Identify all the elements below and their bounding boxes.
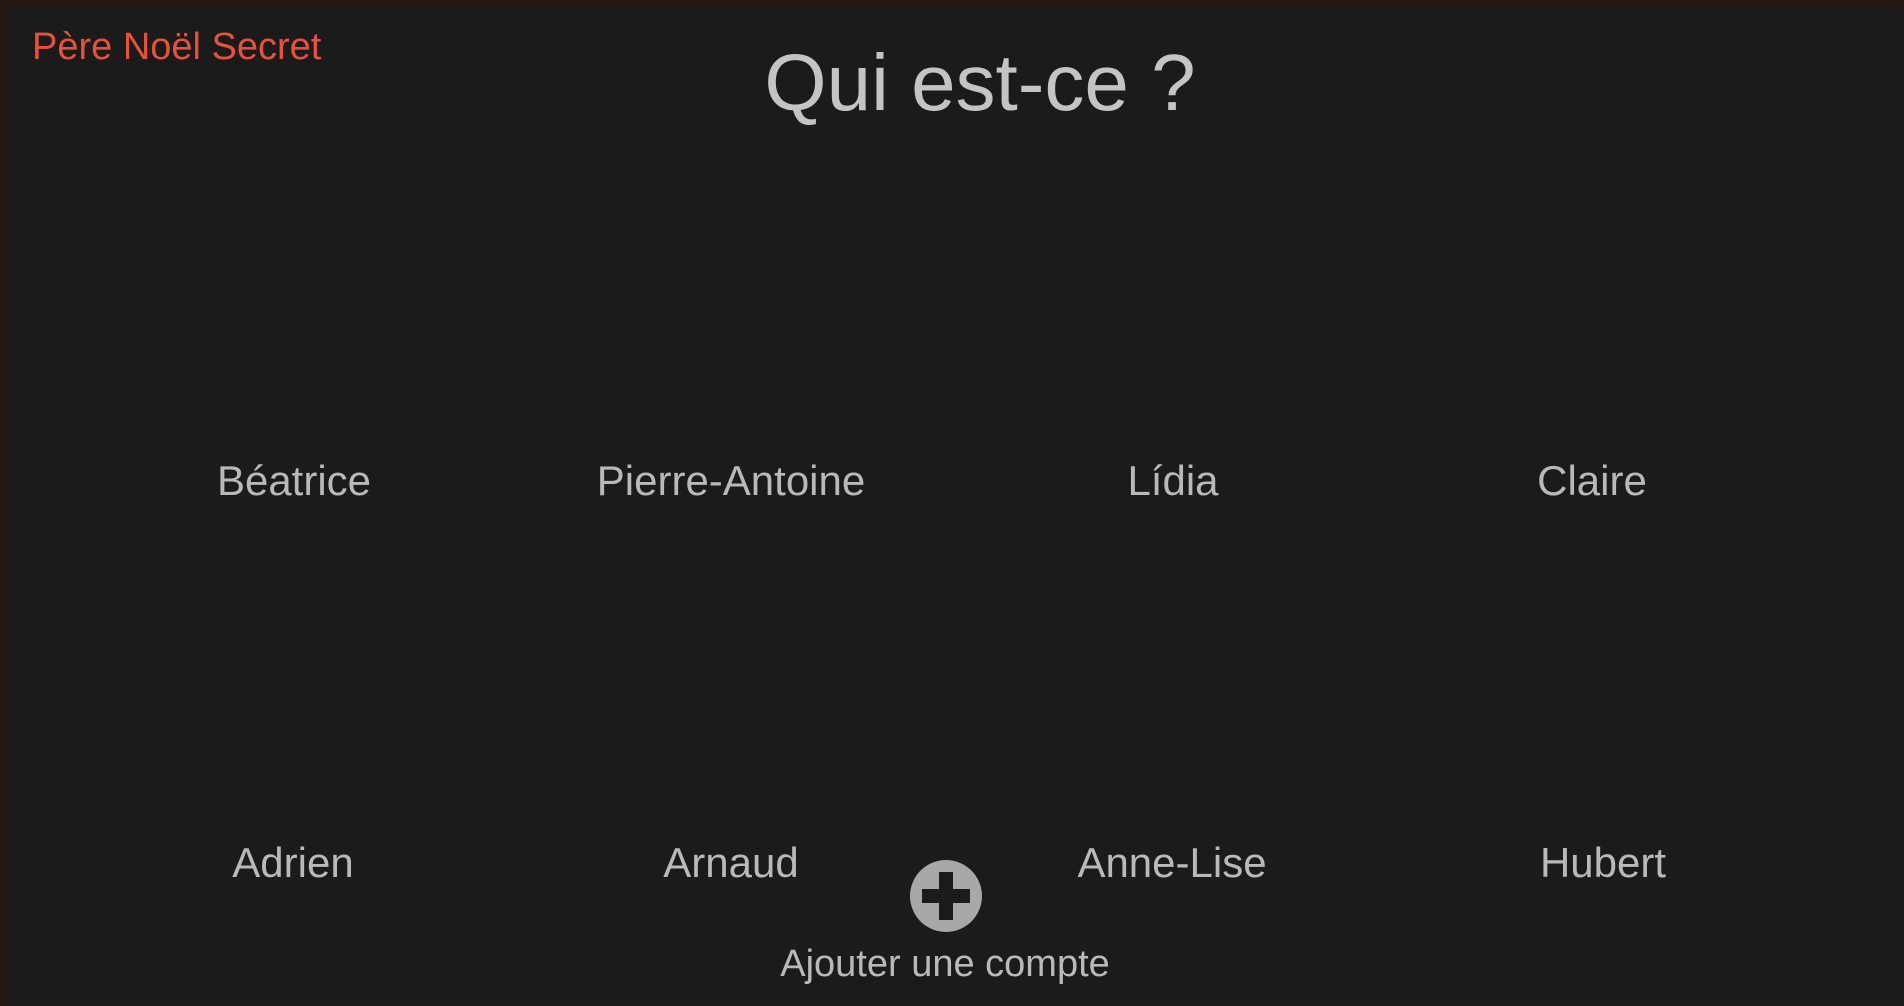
profile-tile-pierre-antoine[interactable]: Pierre-Antoine xyxy=(541,460,921,502)
add-account-button[interactable]: Ajouter une compte xyxy=(745,858,1145,988)
profile-tile-claire[interactable]: Claire xyxy=(1402,460,1782,502)
page-title: Qui est-ce ? xyxy=(764,38,1196,127)
add-account-label[interactable]: Ajouter une compte xyxy=(745,943,1145,986)
profile-tile-hubert[interactable]: Hubert xyxy=(1413,842,1793,884)
profile-tile-lidia[interactable]: Lídia xyxy=(983,460,1363,502)
profile-tile-beatrice[interactable]: Béatrice xyxy=(104,460,484,502)
app-window: Père Noël Secret Qui est-ce ? Béatrice P… xyxy=(0,0,1904,1006)
plus-circle-icon[interactable] xyxy=(910,860,982,932)
profile-tile-adrien[interactable]: Adrien xyxy=(103,842,483,884)
